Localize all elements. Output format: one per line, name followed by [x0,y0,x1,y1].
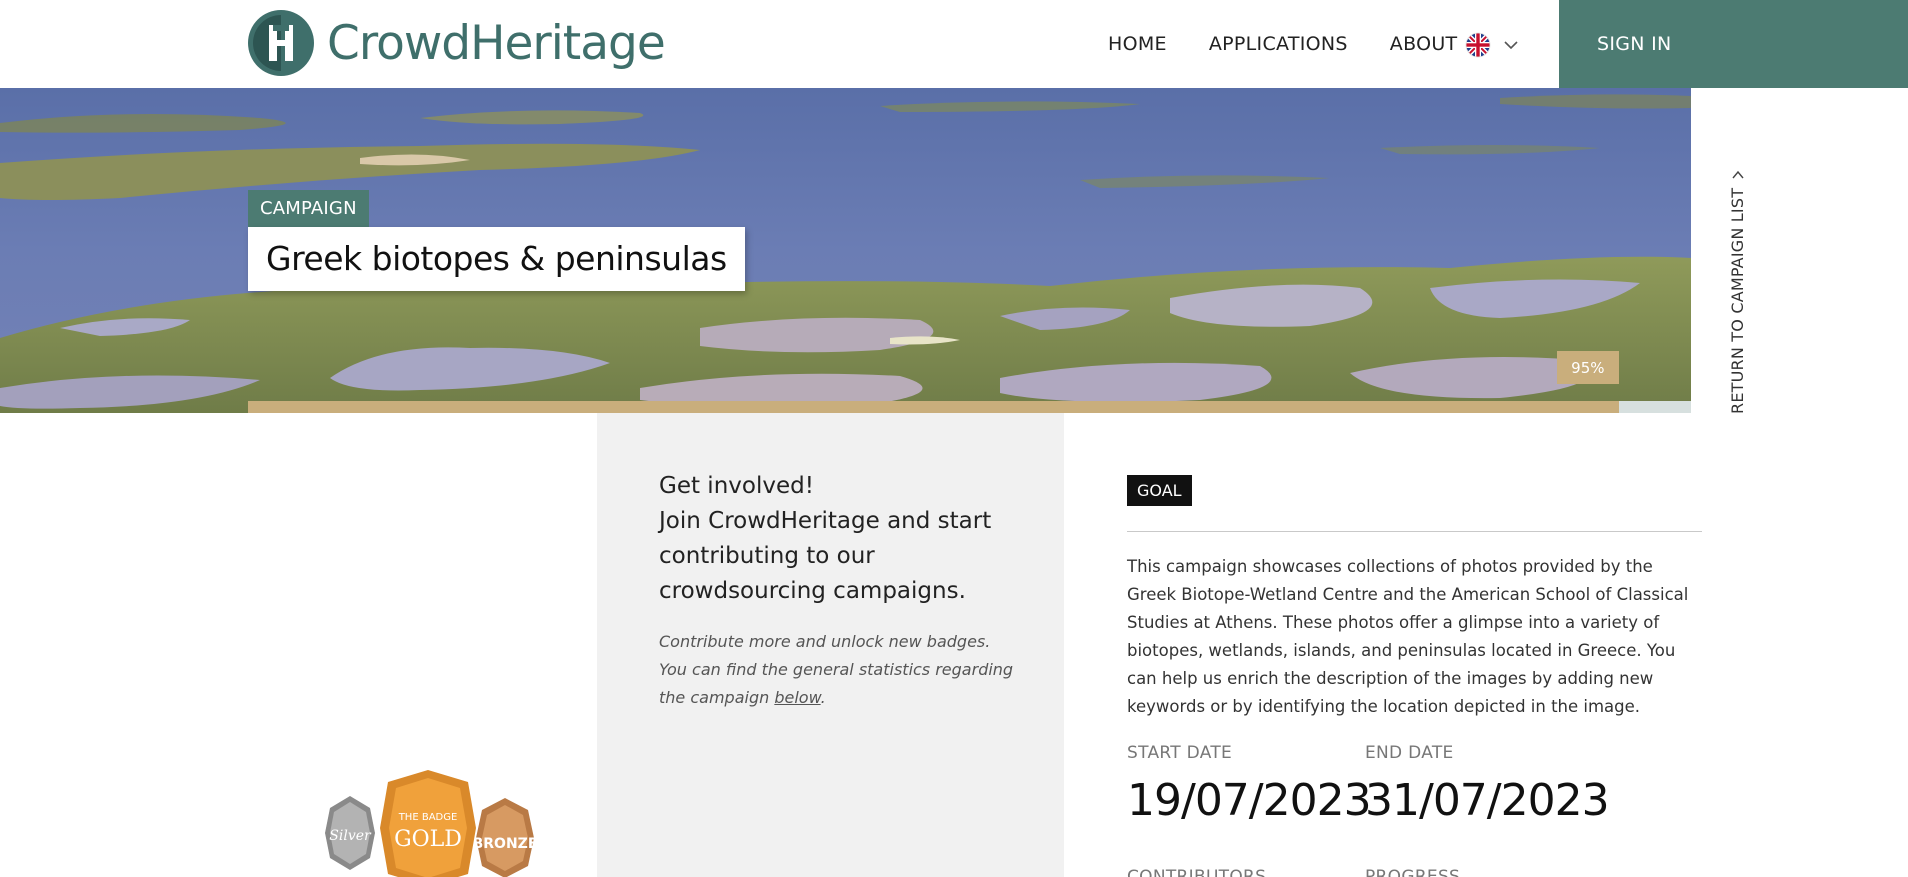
chevron-down-icon [1504,41,1518,50]
uk-flag-icon [1465,32,1491,58]
site-header: CrowdHeritage HOME APPLICATIONS ABOUT SI… [0,0,1908,88]
chevron-right-icon [1731,170,1744,179]
get-involved-panel: Get involved! Join CrowdHeritage and sta… [597,413,1064,877]
divider [1127,531,1702,532]
goal-tag: GOAL [1127,475,1192,506]
return-to-campaign-list-link[interactable]: RETURN TO CAMPAIGN LIST [1728,170,1752,414]
start-date-label: START DATE [1127,743,1233,763]
start-date-value: 19/07/2023 [1127,775,1372,826]
badges-note-line1: Contribute more and unlock new badges. [659,632,991,651]
nav-home[interactable]: HOME [1108,33,1167,55]
logo-mark-icon [248,10,314,76]
campaign-progress-bar [248,401,1691,413]
gold-badge-label: GOLD [394,827,462,852]
get-involved-line2: Join CrowdHeritage and start contributin… [659,508,992,604]
contributors-label: CONTRIBUTORS [1127,867,1267,877]
sign-in-button[interactable]: SIGN IN [1559,0,1908,88]
campaign-info: GOAL This campaign showcases collections… [1127,413,1702,877]
goal-description: This campaign showcases collections of p… [1127,557,1689,716]
silver-badge-label: Silver [329,828,372,844]
get-involved-line1: Get involved! [659,473,814,499]
start-date-block: START DATE 19/07/2023 [1127,743,1372,826]
return-to-campaign-list-label: RETURN TO CAMPAIGN LIST [1728,187,1747,414]
badges-note-end: . [820,688,826,707]
logo-text: CrowdHeritage [327,15,666,71]
campaign-title: Greek biotopes & peninsulas [248,227,745,291]
logo[interactable]: CrowdHeritage [247,9,666,77]
campaign-tag: CAMPAIGN [248,190,369,227]
gold-badge-top-label: THE BADGE [398,812,458,823]
bronze-badge-icon: BRONZE [473,798,538,877]
end-date-block: END DATE 31/07/2023 [1365,743,1610,826]
progress-label: PROGRESS [1365,867,1461,877]
badges-illustration: Silver BRONZE THE BADGE GOLD [325,770,538,877]
badges-note-line2: You can find the general statistics rega… [659,660,1014,707]
nav-applications[interactable]: APPLICATIONS [1209,33,1348,55]
campaign-progress-fill [248,401,1619,413]
gold-badge-icon: THE BADGE GOLD [380,770,476,877]
get-involved-heading: Get involved! Join CrowdHeritage and sta… [659,469,1009,609]
main-nav: HOME APPLICATIONS ABOUT [1108,0,1499,88]
badges-note: Contribute more and unlock new badges. Y… [659,628,1019,712]
nav-about[interactable]: ABOUT [1390,33,1458,55]
silver-badge-icon: Silver [325,796,375,870]
end-date-label: END DATE [1365,743,1454,763]
language-selector[interactable] [1465,32,1519,58]
campaign-progress-badge: 95% [1556,351,1619,384]
end-date-value: 31/07/2023 [1365,775,1610,826]
bronze-badge-label: BRONZE [473,836,538,852]
statistics-below-link[interactable]: below [774,688,820,707]
